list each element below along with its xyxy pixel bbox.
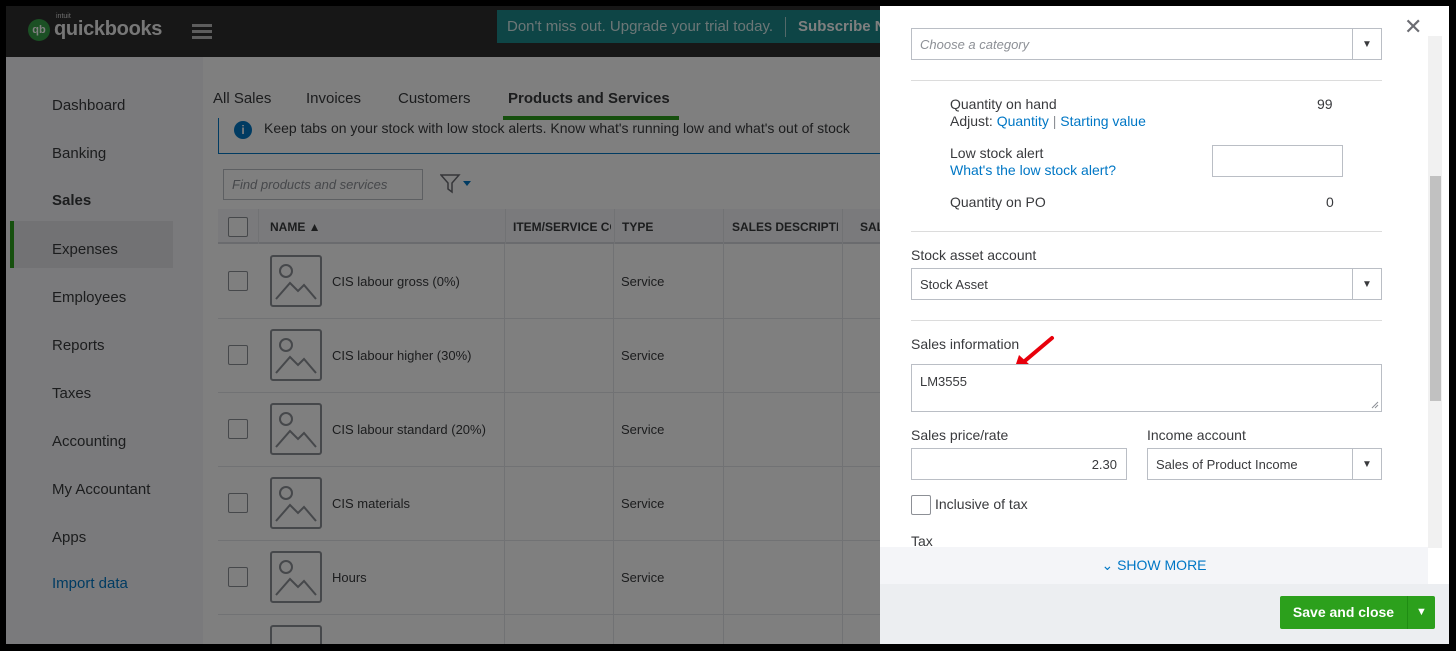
category-placeholder: Choose a category bbox=[920, 37, 1030, 52]
stock-asset-account-label: Stock asset account bbox=[911, 247, 1037, 263]
app-window: qb intuit quickbooks Don't miss out. Upg… bbox=[6, 6, 1449, 644]
chevron-down-icon: ▼ bbox=[1352, 29, 1381, 59]
income-account-label: Income account bbox=[1147, 427, 1246, 443]
sales-information-value: LM3555 bbox=[920, 374, 967, 389]
sales-information-label: Sales information bbox=[911, 336, 1020, 352]
sales-price-input[interactable]: 2.30 bbox=[911, 448, 1127, 480]
inclusive-of-tax-label: Inclusive of tax bbox=[935, 496, 1028, 512]
chevron-down-icon: ▼ bbox=[1352, 269, 1381, 299]
save-and-close-button[interactable]: Save and close bbox=[1280, 596, 1407, 629]
income-account-value: Sales of Product Income bbox=[1156, 457, 1298, 472]
stock-asset-account-select[interactable]: Stock Asset ▼ bbox=[911, 268, 1382, 300]
stock-asset-account-value: Stock Asset bbox=[920, 277, 988, 292]
quantity-on-po-label: Quantity on PO bbox=[950, 194, 1046, 210]
chevron-down-icon: ⌄ bbox=[1101, 557, 1114, 573]
low-stock-help-link[interactable]: What's the low stock alert? bbox=[950, 162, 1116, 178]
show-more-label: SHOW MORE bbox=[1117, 557, 1207, 573]
panel-scrollbar-thumb[interactable] bbox=[1430, 176, 1441, 401]
low-stock-alert-label: Low stock alert bbox=[950, 145, 1044, 161]
sales-information-textarea[interactable]: LM3555 bbox=[911, 364, 1382, 412]
product-edit-panel: ✕ Choose a category ▼ Quantity on hand 9… bbox=[880, 6, 1449, 644]
modal-backdrop[interactable] bbox=[6, 6, 880, 644]
adjust-label: Adjust: bbox=[950, 113, 993, 129]
panel-footer: Save and close ▼ bbox=[880, 584, 1449, 644]
resize-handle-icon[interactable] bbox=[1371, 401, 1379, 409]
sales-price-label: Sales price/rate bbox=[911, 427, 1009, 443]
low-stock-alert-input[interactable] bbox=[1212, 145, 1343, 177]
quantity-on-hand-value: 99 bbox=[1317, 96, 1333, 112]
adjust-starting-value-link[interactable]: Starting value bbox=[1060, 113, 1146, 129]
category-select[interactable]: Choose a category ▼ bbox=[911, 28, 1382, 60]
adjust-quantity-link[interactable]: Quantity bbox=[997, 113, 1049, 129]
save-options-dropdown-icon[interactable]: ▼ bbox=[1407, 596, 1435, 629]
quantity-on-po-value: 0 bbox=[1326, 194, 1334, 210]
chevron-down-icon: ▼ bbox=[1352, 449, 1381, 479]
adjust-separator: | bbox=[1052, 113, 1057, 129]
inclusive-of-tax-checkbox[interactable] bbox=[911, 495, 931, 515]
close-icon[interactable]: ✕ bbox=[1404, 16, 1422, 38]
adjust-row: Adjust: Quantity | Starting value bbox=[950, 113, 1146, 129]
show-more-button[interactable]: ⌄ SHOW MORE bbox=[880, 547, 1428, 584]
quantity-on-hand-label: Quantity on hand bbox=[950, 96, 1057, 112]
income-account-select[interactable]: Sales of Product Income ▼ bbox=[1147, 448, 1382, 480]
